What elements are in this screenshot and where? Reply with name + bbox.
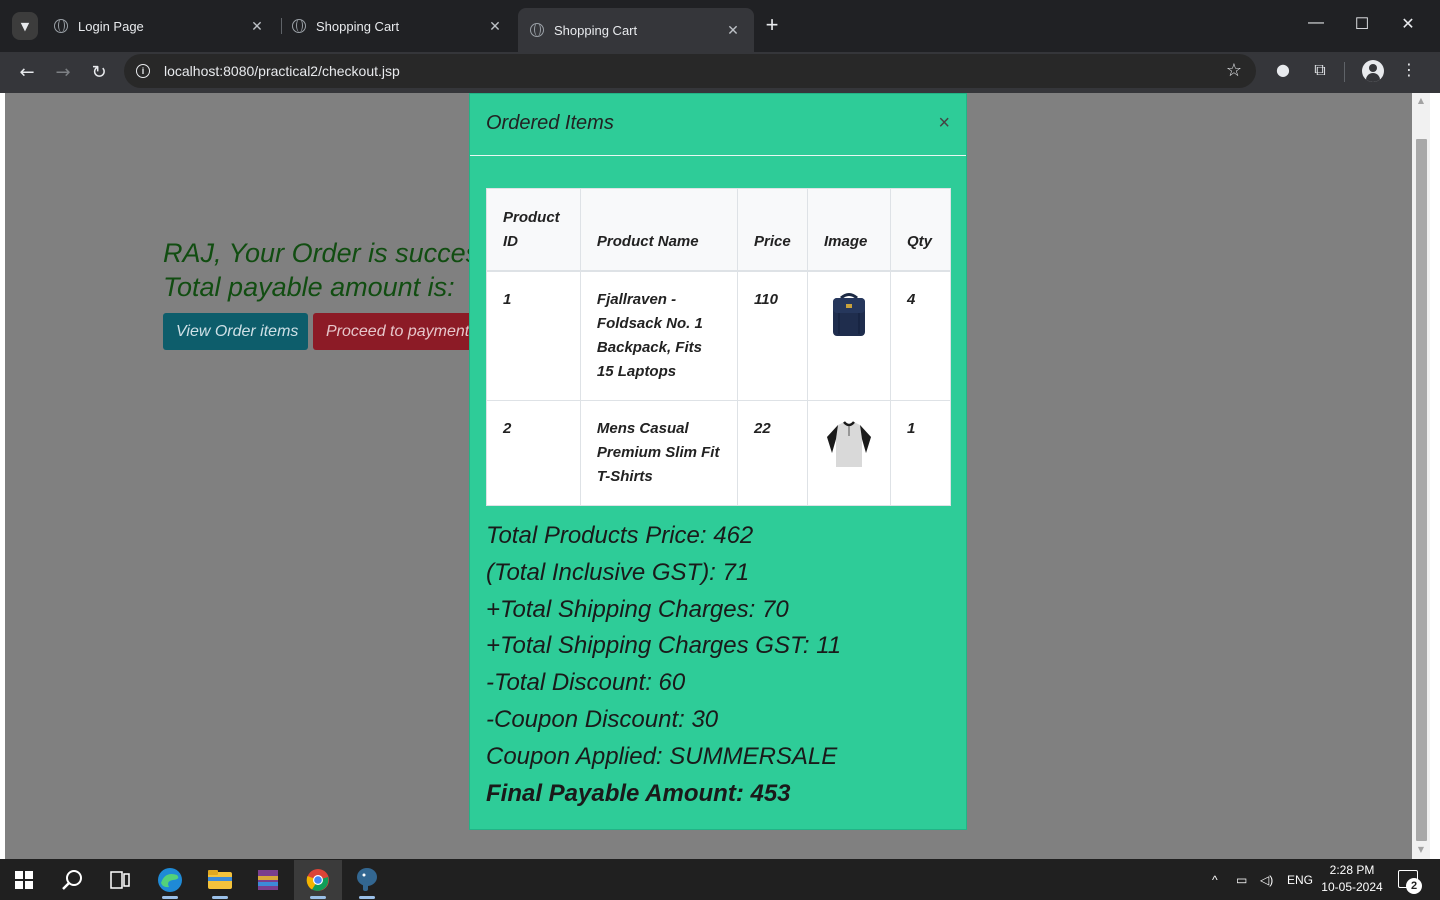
coupon-discount: -Coupon Discount: 30 bbox=[486, 705, 719, 733]
new-tab-button[interactable]: + bbox=[760, 14, 784, 36]
view-order-items-button[interactable]: View Order items bbox=[163, 313, 308, 350]
running-indicator bbox=[162, 896, 178, 899]
qty-cell: 4 bbox=[890, 270, 951, 401]
shipping-gst: +Total Shipping Charges GST: 11 bbox=[486, 632, 842, 660]
search-icon[interactable] bbox=[48, 860, 96, 900]
tshirt-image bbox=[824, 418, 875, 469]
info-icon[interactable]: i bbox=[136, 64, 150, 78]
postgresql-icon[interactable] bbox=[343, 860, 391, 900]
clock-date: 10-05-2024 bbox=[1321, 880, 1383, 894]
price-cell: 110 bbox=[737, 270, 809, 401]
window-edge-right bbox=[1430, 93, 1440, 859]
ordered-items-modal: Ordered Items × Product ID Product Name … bbox=[469, 93, 967, 830]
notification-badge: 2 bbox=[1406, 878, 1422, 894]
page-scrollbar[interactable]: ▲ ▼ bbox=[1412, 93, 1430, 859]
file-explorer-icon[interactable] bbox=[196, 860, 244, 900]
product-id-cell: 2 bbox=[486, 399, 581, 506]
close-icon[interactable]: × bbox=[938, 112, 950, 135]
table-row: 1 Fjallraven - Foldsack No. 1 Backpack, … bbox=[486, 270, 951, 401]
product-id-cell: 1 bbox=[486, 270, 581, 401]
order-message-line-2: Total payable amount is: bbox=[163, 272, 455, 302]
tab-shopping-cart-active[interactable]: Shopping Cart ✕ bbox=[518, 8, 754, 52]
close-icon[interactable]: ✕ bbox=[486, 18, 504, 35]
browser-toolbar: ← → ↻ i localhost:8080/practical2/checko… bbox=[0, 52, 1440, 93]
close-icon[interactable]: ✕ bbox=[248, 18, 266, 35]
globe-icon bbox=[530, 23, 544, 37]
tab-login-page[interactable]: Login Page ✕ bbox=[42, 8, 278, 44]
system-clock[interactable]: 2:28 PM 10-05-2024 bbox=[1318, 862, 1386, 896]
total-discount: -Total Discount: 60 bbox=[486, 669, 686, 697]
image-cell bbox=[807, 399, 892, 506]
globe-icon bbox=[54, 19, 68, 33]
column-header: Qty bbox=[890, 188, 951, 272]
volume-icon[interactable]: ◁) bbox=[1260, 859, 1273, 900]
product-name-cell: Mens Casual Premium Slim Fit T-Shirts bbox=[579, 399, 739, 506]
column-header: Image bbox=[807, 188, 892, 272]
column-header: Price bbox=[737, 188, 809, 272]
close-icon[interactable]: ✕ bbox=[724, 22, 742, 39]
kebab-menu-icon[interactable]: ⋮ bbox=[1397, 60, 1421, 79]
column-header: Product ID bbox=[486, 188, 581, 272]
minimize-icon[interactable]: — bbox=[1301, 14, 1331, 32]
table-header-row: Product ID Product Name Price Image Qty bbox=[486, 188, 951, 272]
shipping-charges: +Total Shipping Charges: 70 bbox=[486, 595, 789, 623]
order-success-message: RAJ, Your Order is succes Total payable … bbox=[163, 236, 479, 304]
final-payable-amount: Final Payable Amount: 453 bbox=[486, 779, 791, 807]
globe-icon bbox=[292, 19, 306, 33]
proceed-to-payment-button[interactable]: Proceed to payment bbox=[313, 313, 473, 350]
reload-icon[interactable]: ↻ bbox=[85, 58, 113, 86]
network-icon[interactable]: ▭ bbox=[1236, 859, 1247, 900]
puzzle-icon[interactable]: ⧉ bbox=[1308, 60, 1332, 80]
tab-title: Shopping Cart bbox=[316, 18, 400, 34]
table-row: 2 Mens Casual Premium Slim Fit T-Shirts … bbox=[486, 399, 951, 506]
tab-title: Login Page bbox=[78, 18, 144, 34]
windows-start-icon[interactable] bbox=[0, 860, 48, 900]
toolbar-divider bbox=[1344, 62, 1345, 82]
star-icon[interactable]: ☆ bbox=[1226, 60, 1242, 81]
order-message-line-1: RAJ, Your Order is succes bbox=[163, 238, 480, 268]
url-text[interactable]: localhost:8080/practical2/checkout.jsp bbox=[164, 63, 400, 79]
ordered-items-table: Product ID Product Name Price Image Qty … bbox=[486, 188, 951, 506]
forward-icon[interactable]: → bbox=[49, 58, 77, 86]
taskbar: ^ ▭ ◁) ENG 2:28 PM 10-05-2024 2 bbox=[0, 859, 1440, 900]
total-products-price: Total Products Price: 462 bbox=[486, 522, 754, 549]
clock-time: 2:28 PM bbox=[1329, 863, 1375, 877]
qty-cell: 1 bbox=[890, 399, 951, 506]
order-totals: Total Products Price: 462 (Total Inclusi… bbox=[486, 518, 841, 812]
column-header: Product Name bbox=[579, 188, 739, 272]
profile-icon[interactable] bbox=[1362, 60, 1384, 82]
maximize-icon[interactable]: ☐ bbox=[1347, 14, 1377, 34]
product-name-cell: Fjallraven - Foldsack No. 1 Backpack, Fi… bbox=[579, 270, 739, 401]
price-cell: 22 bbox=[737, 399, 809, 506]
scroll-thumb[interactable] bbox=[1416, 139, 1427, 841]
tab-title: Shopping Cart bbox=[554, 22, 638, 38]
tab-strip: ▼ Login Page ✕ Shopping Cart ✕ Shopping … bbox=[0, 0, 1440, 52]
chrome-icon[interactable] bbox=[294, 860, 342, 900]
total-gst: (Total Inclusive GST): 71 bbox=[486, 558, 750, 586]
modal-title: Ordered Items bbox=[486, 112, 614, 134]
image-cell bbox=[807, 270, 892, 401]
scroll-down-icon[interactable]: ▼ bbox=[1416, 845, 1426, 854]
back-icon[interactable]: ← bbox=[13, 58, 41, 86]
task-view-icon[interactable] bbox=[96, 860, 144, 900]
tab-shopping-cart[interactable]: Shopping Cart ✕ bbox=[280, 8, 516, 44]
address-bar[interactable]: i localhost:8080/practical2/checkout.jsp… bbox=[124, 54, 1256, 88]
coupon-applied: Coupon Applied: SUMMERSALE bbox=[486, 742, 838, 770]
backpack-image bbox=[824, 289, 875, 340]
tab-search-icon[interactable]: ▼ bbox=[12, 12, 38, 40]
edge-icon[interactable] bbox=[146, 860, 194, 900]
window-close-icon[interactable]: ✕ bbox=[1393, 14, 1423, 34]
scroll-up-icon[interactable]: ▲ bbox=[1416, 96, 1426, 105]
running-indicator bbox=[310, 896, 326, 899]
extension-icon[interactable]: ● bbox=[1271, 60, 1295, 79]
running-indicator bbox=[212, 896, 228, 899]
running-indicator bbox=[359, 896, 375, 899]
winrar-icon[interactable] bbox=[244, 860, 292, 900]
language-indicator[interactable]: ENG bbox=[1287, 859, 1313, 900]
modal-header: Ordered Items × bbox=[470, 94, 966, 156]
show-hidden-icons[interactable]: ^ bbox=[1212, 859, 1218, 900]
